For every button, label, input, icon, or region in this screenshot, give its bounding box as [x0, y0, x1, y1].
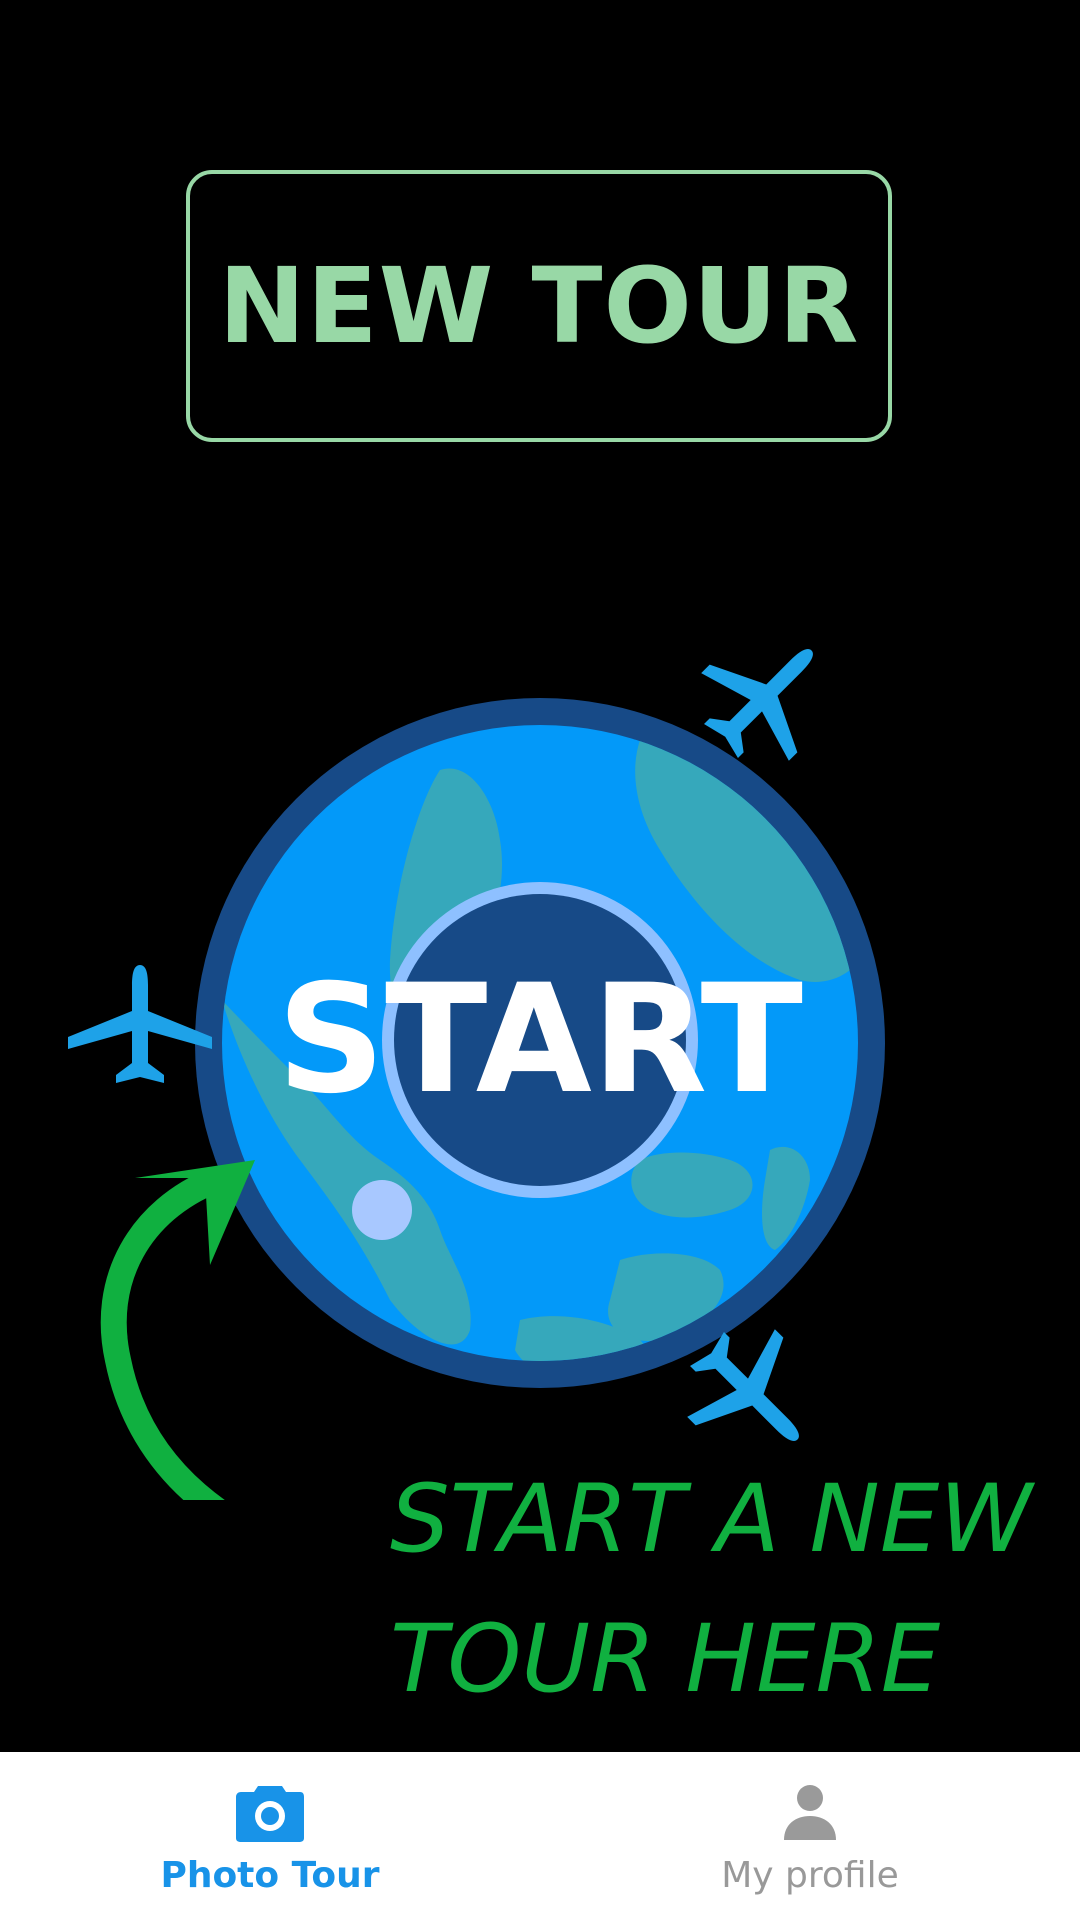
hint-line-2: TOUR HERE — [390, 1605, 941, 1714]
new-tour-button[interactable]: NEW TOUR — [186, 170, 892, 442]
start-hint: START A NEW TOUR HERE — [390, 1450, 1033, 1730]
new-tour-label: NEW TOUR — [218, 245, 860, 367]
camera-icon — [236, 1786, 304, 1842]
bottom-nav: Photo Tour My profile — [0, 1752, 1080, 1920]
tab-my-profile-label: My profile — [721, 1855, 899, 1896]
home-screen: NEW TOUR START START A NEW TOUR HERE — [0, 0, 1080, 1752]
person-icon — [784, 1785, 836, 1840]
tab-my-profile[interactable]: My profile — [540, 1752, 1080, 1920]
tab-photo-tour[interactable]: Photo Tour — [0, 1752, 540, 1920]
start-button[interactable] — [195, 698, 885, 1388]
hint-line-1: START A NEW — [390, 1465, 1033, 1574]
tab-photo-tour-label: Photo Tour — [160, 1855, 380, 1896]
airplane-icon — [68, 965, 212, 1083]
